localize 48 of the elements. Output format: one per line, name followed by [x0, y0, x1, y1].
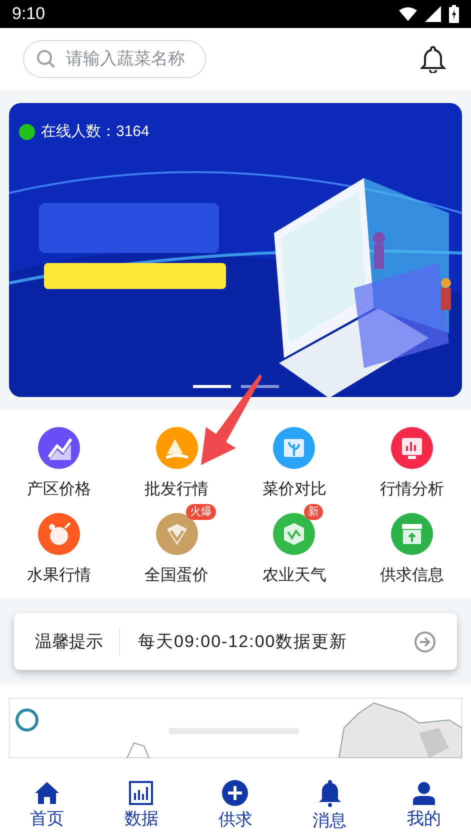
- tab-bar-item[interactable]: 供求: [188, 770, 283, 840]
- tab-bar-item[interactable]: 首页: [0, 770, 94, 840]
- signal-icon: [425, 6, 441, 22]
- feature-label: 水果行情: [26, 566, 91, 586]
- feature-tile[interactable]: 产区价格: [0, 418, 118, 502]
- feature-icon: [272, 426, 316, 470]
- feature-tile[interactable]: 行情分析: [353, 418, 471, 502]
- feature-label: 批发行情: [144, 480, 209, 500]
- feature-icon: [390, 426, 434, 470]
- feature-icon: [36, 512, 81, 556]
- tab-bar-item[interactable]: 数据: [94, 770, 188, 840]
- feature-tile[interactable]: 供求信息: [353, 504, 471, 588]
- plus-circle-icon: [222, 780, 248, 806]
- tab-bar-item[interactable]: 我的: [376, 770, 471, 840]
- bell-icon: [316, 779, 343, 807]
- feature-label: 全国蛋价: [144, 566, 209, 586]
- tab-bar-item[interactable]: 消息: [282, 770, 377, 840]
- feature-tile[interactable]: 火爆 全国蛋价: [118, 504, 236, 588]
- feature-label: 供求信息: [380, 566, 444, 586]
- battery-icon: [449, 5, 459, 23]
- feature-icon: [36, 426, 81, 470]
- search-field[interactable]: 请输入蔬菜名称: [23, 40, 206, 78]
- bar-chart-icon: [129, 781, 154, 805]
- feature-label: 行情分析: [380, 480, 444, 500]
- wifi-icon: [399, 7, 417, 21]
- status-time: 9:10: [12, 3, 46, 26]
- feature-tile[interactable]: 水果行情: [0, 504, 118, 588]
- feature-badge: 新: [304, 504, 323, 520]
- home-icon: [34, 781, 60, 805]
- feature-label: 菜价对比: [262, 480, 326, 500]
- notice-title: 温馨提示: [35, 628, 120, 656]
- online-count: 在线人数：3164: [41, 122, 150, 142]
- notice-card[interactable]: 温馨提示 每天09:00-12:00数据更新: [14, 613, 457, 670]
- feature-icon: [154, 426, 199, 470]
- feature-icon: [390, 512, 434, 556]
- arrow-right-icon: [414, 630, 436, 652]
- feature-label: 农业天气: [262, 566, 326, 586]
- carousel-indicator[interactable]: [192, 385, 230, 388]
- feature-badge: 火爆: [186, 504, 216, 520]
- feature-tile[interactable]: 批发行情: [118, 418, 236, 502]
- feature-label: 产区价格: [26, 480, 91, 500]
- feature-tile[interactable]: 菜价对比: [236, 418, 354, 502]
- notice-message: 每天09:00-12:00数据更新: [137, 630, 349, 653]
- user-icon: [412, 781, 436, 805]
- feature-tile[interactable]: 新 农业天气: [236, 504, 354, 588]
- search-icon: [36, 49, 56, 69]
- notification-button[interactable]: [420, 45, 446, 73]
- status-dot-icon: [19, 124, 35, 140]
